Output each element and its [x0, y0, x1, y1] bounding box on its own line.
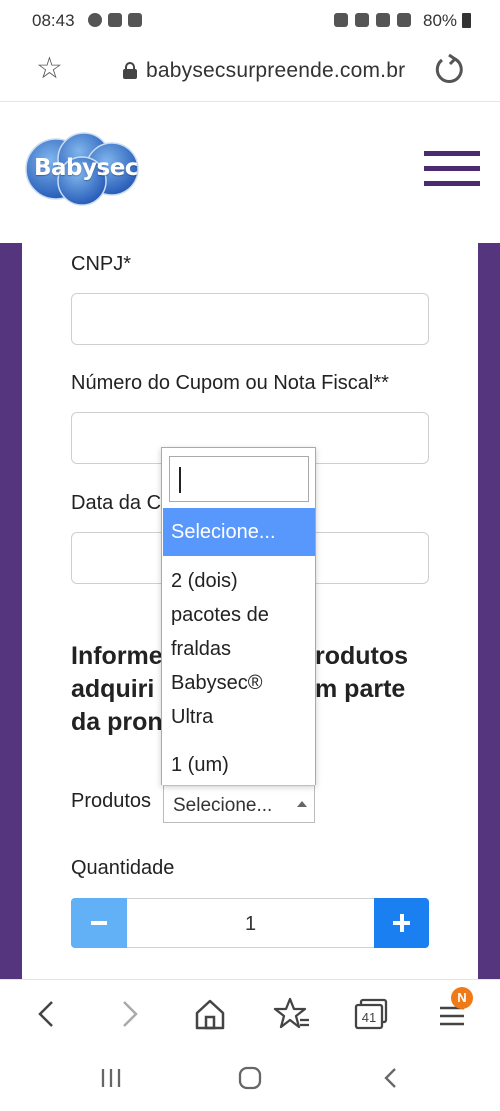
wifi-icon [376, 13, 390, 27]
page-frame-left [0, 243, 22, 979]
babysec-logo[interactable]: Babysec [22, 129, 146, 207]
back-icon[interactable] [28, 994, 68, 1034]
products-section-heading-tail: rodutos m parte [315, 642, 409, 703]
cupom-label: Número do Cupom ou Nota Fiscal** [71, 372, 389, 394]
status-bar: 08:43 80% [0, 0, 500, 44]
url-text[interactable]: babysecsurpreende.com.br [146, 59, 405, 83]
produtos-label: Produtos [71, 790, 152, 812]
hamburger-menu-icon[interactable] [424, 151, 480, 193]
site-header: Babysec [0, 103, 500, 243]
chevron-up-icon [297, 801, 307, 807]
produtos-dropdown: Selecione... 2 (dois) pacotes de fraldas… [161, 447, 316, 785]
battery-icon [462, 13, 471, 28]
dropdown-search-input[interactable] [169, 456, 309, 502]
quantity-stepper: 1 [71, 898, 429, 948]
tabs-count: 41 [362, 1010, 376, 1025]
data-label: Data da C [71, 492, 162, 514]
mute-icon [355, 13, 369, 27]
produtos-select-value: Selecione... [173, 795, 273, 816]
status-time: 08:43 [32, 11, 75, 30]
alarm-icon [334, 13, 348, 27]
cnpj-label: CNPJ* [71, 253, 132, 275]
logo-text: Babysec [34, 155, 138, 181]
cnpj-input[interactable] [71, 293, 429, 345]
produtos-select[interactable]: Selecione... [163, 785, 315, 823]
notification-icon [88, 13, 102, 27]
dropdown-option-1-um[interactable]: 1 (um) [163, 748, 315, 782]
quantity-value[interactable]: 1 [127, 898, 374, 948]
battery-percent: 80% [423, 11, 458, 30]
quantidade-label: Quantidade [71, 857, 175, 879]
notification-icon [108, 13, 122, 27]
bookmarks-icon[interactable] [272, 994, 312, 1034]
forward-icon[interactable] [108, 994, 148, 1034]
home-icon[interactable] [190, 994, 230, 1034]
recent-apps-icon[interactable] [98, 1065, 124, 1091]
page-frame-right [478, 243, 500, 979]
bookmark-star-icon[interactable]: ☆ [36, 54, 63, 84]
menu-notification-badge: N [451, 987, 473, 1009]
decrement-button[interactable] [71, 898, 127, 948]
system-nav-bar [0, 1047, 500, 1111]
text-caret [179, 467, 181, 493]
browser-toolbar: 41 [0, 979, 500, 1047]
gallery-icon [128, 13, 142, 27]
dropdown-option-selecione[interactable]: Selecione... [163, 508, 315, 556]
tabs-icon[interactable]: 41 [352, 994, 392, 1034]
signal-icon [397, 13, 411, 27]
increment-button[interactable] [374, 898, 429, 948]
system-icons [334, 13, 411, 27]
reload-icon[interactable] [431, 53, 465, 87]
dropdown-option-ultra[interactable]: 2 (dois) pacotes de fraldas Babysec® Ult… [163, 564, 315, 734]
system-back-icon[interactable] [378, 1065, 404, 1091]
lock-icon [123, 62, 137, 79]
browser-url-bar: ☆ babysecsurpreende.com.br [0, 44, 500, 102]
home-button-icon[interactable] [236, 1064, 264, 1092]
notification-icons [88, 13, 142, 27]
